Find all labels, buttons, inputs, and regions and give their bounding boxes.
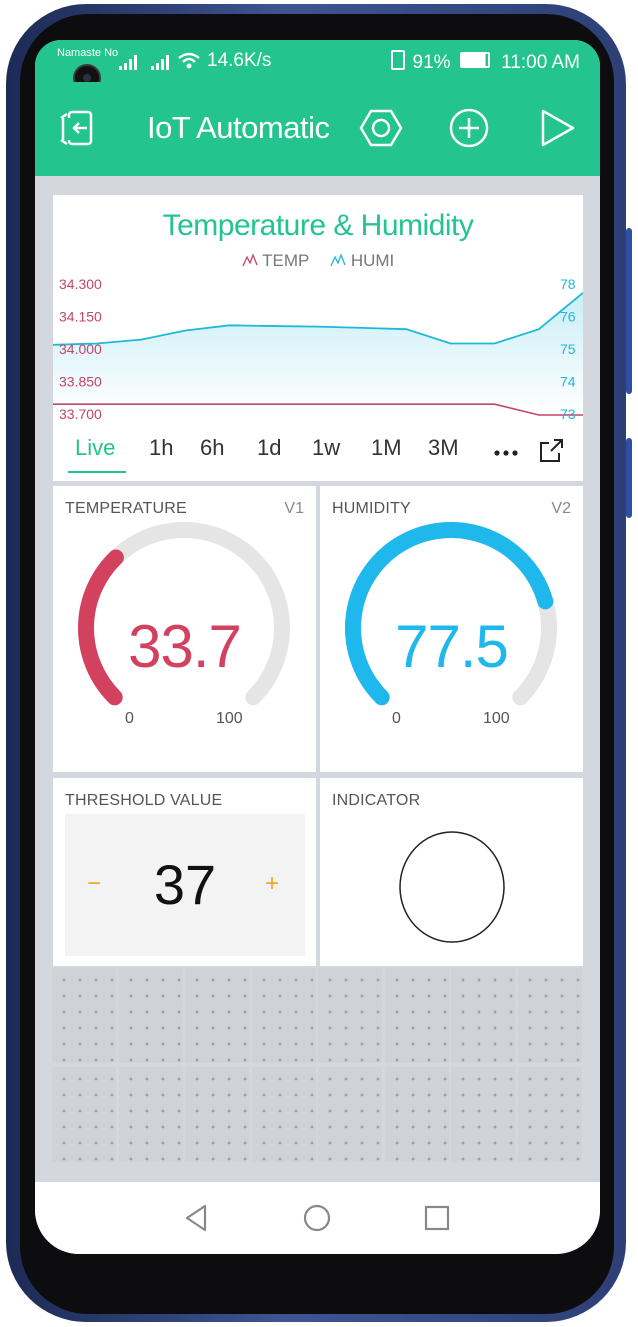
back-icon[interactable] xyxy=(181,1202,213,1234)
home-icon[interactable] xyxy=(301,1202,333,1234)
right-tick-label: 76 xyxy=(560,309,576,325)
battery-percent: 91% xyxy=(412,52,451,73)
carrier-name: Namaste No xyxy=(57,47,119,59)
expand-icon[interactable] xyxy=(537,437,565,465)
status-bar: Namaste No 14.6K/s 91% 11:00 AM xyxy=(35,40,600,82)
volume-button xyxy=(626,228,632,394)
vibrate-icon xyxy=(391,50,406,70)
left-tick-label: 33.700 xyxy=(59,406,102,422)
gauge-min: 0 xyxy=(125,710,134,727)
temperature-value: 33.7 xyxy=(128,613,242,680)
humidity-value: 77.5 xyxy=(395,613,509,680)
legend-label-temp: TEMP xyxy=(262,251,310,270)
grid-cell[interactable] xyxy=(384,1067,449,1162)
gauge-max: 100 xyxy=(216,710,243,727)
recents-icon[interactable] xyxy=(421,1202,453,1234)
indicator-card: INDICATOR xyxy=(320,778,583,966)
play-icon[interactable] xyxy=(535,106,579,150)
grid-cell[interactable] xyxy=(185,968,249,1063)
grid-cell[interactable] xyxy=(52,1067,116,1162)
grid-cell[interactable] xyxy=(118,1067,183,1162)
grid-cell[interactable] xyxy=(384,968,449,1063)
app-title: IoT Automatic xyxy=(147,110,330,145)
grid-cell[interactable] xyxy=(451,968,515,1063)
left-tick-label: 34.150 xyxy=(59,309,102,325)
humi-area xyxy=(53,292,583,415)
temperature-gauge-card: TEMPERATURE V1 33.7 0 100 xyxy=(53,486,316,772)
chart-title: Temperature & Humidity xyxy=(162,209,474,242)
temp-legend-icon xyxy=(242,253,258,267)
signal-icon xyxy=(119,55,137,70)
indicator-label: INDICATOR xyxy=(332,792,421,809)
tab-1d[interactable]: 1d xyxy=(257,435,281,461)
exit-icon[interactable] xyxy=(57,106,101,150)
system-nav-bar xyxy=(35,1182,600,1254)
tab-live[interactable]: Live xyxy=(75,435,115,461)
settings-hexagon-icon[interactable] xyxy=(359,106,403,150)
grid-cell[interactable] xyxy=(451,1067,515,1162)
time-range-tabs: Live 1h 6h 1d 1w 1M 3M xyxy=(53,427,583,477)
right-tick-label: 75 xyxy=(560,341,576,357)
right-tick-label: 78 xyxy=(560,276,576,292)
network-speed: 14.6K/s xyxy=(207,50,272,71)
gauge-max: 100 xyxy=(483,710,510,727)
threshold-stepper: − 37 + xyxy=(65,814,305,956)
tab-1m[interactable]: 1M xyxy=(371,435,402,461)
legend-item-humi: HUMI xyxy=(330,251,394,271)
grid-cell[interactable] xyxy=(52,968,116,1063)
increment-button[interactable]: + xyxy=(265,870,279,898)
chart-legend: TEMP HUMI xyxy=(53,251,583,271)
left-tick-label: 34.300 xyxy=(59,276,102,292)
power-button xyxy=(626,438,632,518)
right-tick-label: 73 xyxy=(560,406,576,422)
tab-1h[interactable]: 1h xyxy=(149,435,173,461)
grid-cell[interactable] xyxy=(517,968,582,1063)
tab-3m[interactable]: 3M xyxy=(428,435,459,461)
humidity-gauge-card: HUMIDITY V2 77.5 0 100 xyxy=(320,486,583,772)
battery-icon xyxy=(459,52,490,68)
right-tick-label: 74 xyxy=(560,374,576,390)
grid-cell[interactable] xyxy=(185,1067,249,1162)
grid-cell[interactable] xyxy=(251,1067,316,1162)
humi-legend-icon xyxy=(330,253,346,267)
signal-icon-2 xyxy=(151,55,169,70)
threshold-label: THRESHOLD VALUE xyxy=(65,792,223,809)
legend-label-humi: HUMI xyxy=(350,251,395,270)
add-icon[interactable] xyxy=(447,106,491,150)
line-chart: 34.300 34.150 34.000 33.850 33.700 78 76 75 74 7… xyxy=(53,276,583,422)
empty-widget-grid xyxy=(52,968,583,1164)
status-right: 91% 11:00 AM xyxy=(391,50,580,74)
legend-item-temp: TEMP xyxy=(242,251,310,271)
grid-cell[interactable] xyxy=(251,968,316,1063)
indicator-led xyxy=(399,831,505,943)
more-icon[interactable] xyxy=(493,449,521,457)
active-tab-underline xyxy=(68,471,126,473)
chart-card: Temperature & Humidity TEMP HUMI 34.300 3… xyxy=(53,195,583,481)
clock: 11:00 AM xyxy=(501,52,580,73)
left-tick-label: 34.000 xyxy=(59,341,102,357)
tab-6h[interactable]: 6h xyxy=(200,435,224,461)
grid-cell[interactable] xyxy=(318,1067,382,1162)
wifi-icon xyxy=(178,52,200,69)
left-tick-label: 33.850 xyxy=(59,374,102,390)
phone-screen: Namaste No 14.6K/s 91% 11:00 AM IoT Auto… xyxy=(35,40,600,1254)
grid-cell[interactable] xyxy=(517,1067,582,1162)
grid-cell[interactable] xyxy=(118,968,183,1063)
gauge-min: 0 xyxy=(392,710,401,727)
grid-cell[interactable] xyxy=(318,968,382,1063)
app-bar: IoT Automatic xyxy=(35,82,600,176)
tab-1w[interactable]: 1w xyxy=(312,435,340,461)
threshold-card: THRESHOLD VALUE − 37 + xyxy=(53,778,316,966)
